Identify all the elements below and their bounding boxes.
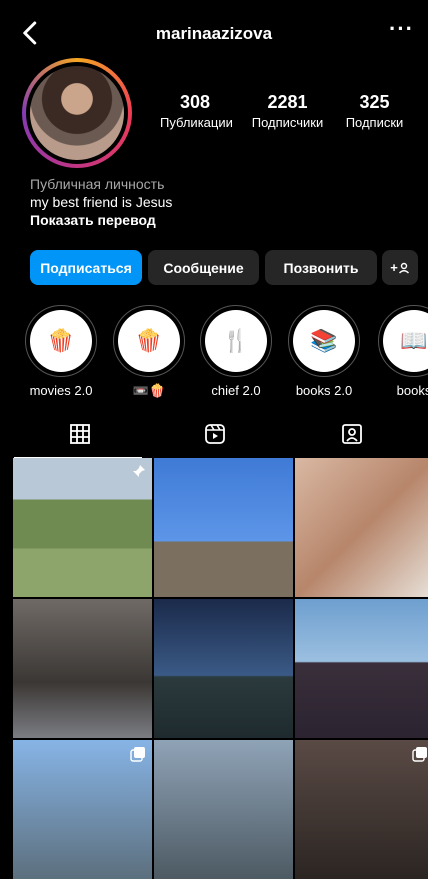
posts-count: 308 — [179, 92, 211, 112]
open-book-icon: 📖 — [383, 310, 428, 372]
highlight-chief[interactable]: 🍴 chief 2.0 — [200, 305, 272, 398]
post-thumbnail[interactable] — [295, 599, 428, 738]
following-stat[interactable]: 325 Подписки — [337, 92, 412, 130]
story-ring[interactable] — [22, 58, 132, 168]
post-thumbnail[interactable] — [13, 458, 152, 597]
highlight-label: 📼🍿 — [132, 383, 166, 398]
followers-label: Подписчики — [251, 115, 324, 130]
more-options-icon[interactable]: ··· — [389, 16, 414, 42]
profile-tabs — [0, 412, 428, 458]
popcorn-icon: 🍿 — [30, 310, 92, 372]
highlight-books-2[interactable]: 📖 books — [378, 305, 428, 398]
post-thumbnail[interactable] — [154, 458, 293, 597]
highlight-label: books — [396, 383, 428, 398]
following-label: Подписки — [345, 115, 404, 130]
highlight-label: books 2.0 — [295, 383, 353, 398]
carousel-icon — [412, 747, 427, 762]
highlight-label: movies 2.0 — [29, 383, 93, 398]
message-button[interactable]: Сообщение — [148, 250, 259, 285]
call-button[interactable]: Позвонить — [265, 250, 377, 285]
reels-icon[interactable] — [203, 422, 227, 446]
story-highlights: 🍿 movies 2.0 🍿 📼🍿 🍴 chief 2.0 📚 books 2.… — [0, 305, 428, 405]
popcorn-icon: 🍿 — [118, 310, 180, 372]
bio-text: my best friend is Jesus — [30, 194, 173, 210]
post-thumbnail[interactable] — [13, 740, 152, 879]
carousel-icon — [130, 747, 145, 762]
highlight-label: chief 2.0 — [211, 383, 261, 398]
followers-count: 2281 — [267, 92, 308, 112]
post-thumbnail[interactable] — [13, 599, 152, 738]
profile-username: marinaazizova — [155, 24, 273, 43]
bio: Публичная личность my best friend is Jes… — [30, 175, 172, 229]
books-stack-icon: 📚 — [293, 310, 355, 372]
pin-icon — [133, 465, 145, 477]
bio-category: Публичная личность — [30, 176, 165, 192]
grid-icon[interactable] — [68, 422, 92, 446]
suggest-users-button[interactable]: + — [382, 250, 418, 285]
highlight-cinema[interactable]: 🍿 📼🍿 — [113, 305, 185, 399]
followers-stat[interactable]: 2281 Подписчики — [245, 92, 330, 130]
post-thumbnail[interactable] — [295, 740, 428, 879]
avatar — [30, 66, 124, 160]
follow-button[interactable]: Подписаться — [30, 250, 142, 285]
post-thumbnail[interactable] — [295, 458, 428, 597]
post-thumbnail[interactable] — [154, 740, 293, 879]
posts-stat[interactable]: 308 Публикации — [160, 92, 233, 130]
post-thumbnail[interactable] — [154, 599, 293, 738]
show-translation-link[interactable]: Показать перевод — [30, 211, 172, 229]
fork-knife-icon: 🍴 — [205, 310, 267, 372]
posts-label: Публикации — [160, 115, 233, 130]
following-count: 325 — [359, 92, 390, 112]
person-icon — [398, 262, 409, 274]
highlight-movies[interactable]: 🍿 movies 2.0 — [25, 305, 97, 398]
posts-grid — [13, 458, 428, 879]
tagged-icon[interactable] — [340, 422, 364, 446]
highlight-books[interactable]: 📚 books 2.0 — [288, 305, 360, 398]
